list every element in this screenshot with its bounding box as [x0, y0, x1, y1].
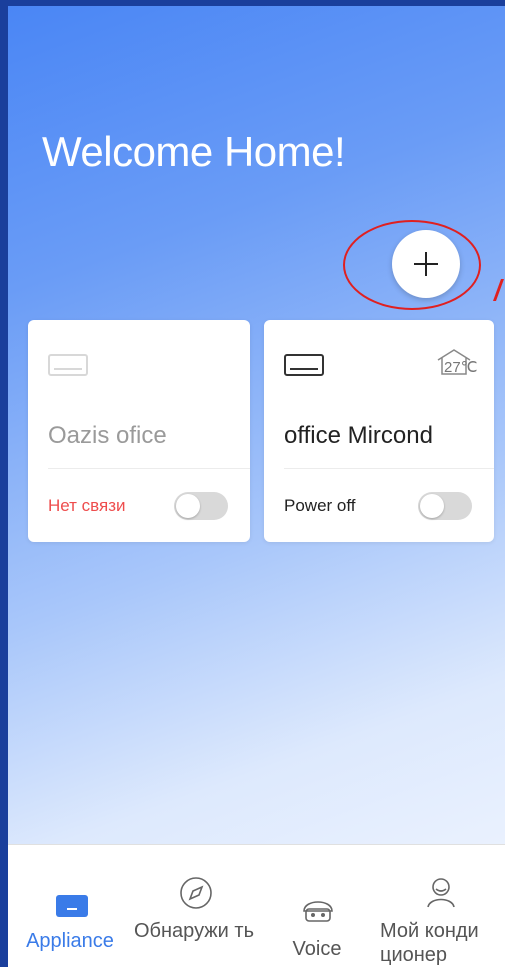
toggle-knob [420, 494, 444, 518]
tab-my-ac[interactable]: Мой конди ционер [376, 845, 505, 967]
divider [48, 468, 250, 469]
device-name: office Mircond [284, 422, 433, 449]
tab-label: Voice [292, 938, 342, 960]
temperature-home-icon: 27℃ [436, 348, 478, 376]
air-conditioner-icon [284, 354, 324, 376]
tab-label: Appliance [26, 930, 114, 952]
add-device-button[interactable] [392, 230, 460, 298]
voice-robot-icon [303, 901, 333, 922]
device-card-mircond[interactable]: 27℃ office Mircond Power off [264, 320, 494, 542]
bottom-tab-bar: Appliance Обнаружи ть Voice Мой конди ци… [8, 844, 505, 967]
power-toggle[interactable] [174, 492, 228, 520]
tab-appliance[interactable]: Appliance [12, 845, 128, 967]
divider [284, 468, 494, 469]
app-screen: Welcome Home! Oazis ofice Нет связи 27℃ … [8, 6, 505, 967]
tab-voice[interactable]: Voice [274, 845, 360, 967]
toggle-knob [176, 494, 200, 518]
user-profile-icon [427, 878, 455, 908]
compass-icon [180, 877, 212, 909]
annotation-arrow [492, 279, 505, 301]
device-status: Power off [284, 496, 356, 515]
page-title: Welcome Home! [42, 128, 346, 175]
tab-discover[interactable]: Обнаружи ть [130, 845, 256, 967]
air-conditioner-icon [48, 354, 88, 376]
tab-label: Обнаружи ть [134, 920, 254, 942]
device-card-oazis[interactable]: Oazis ofice Нет связи [28, 320, 250, 542]
temperature-value: 27℃ [444, 359, 478, 376]
tab-label: Мой конди ционер [380, 920, 479, 966]
appliance-icon [56, 895, 88, 917]
power-toggle[interactable] [418, 492, 472, 520]
device-status: Нет связи [48, 496, 126, 515]
device-name: Oazis ofice [48, 422, 167, 449]
